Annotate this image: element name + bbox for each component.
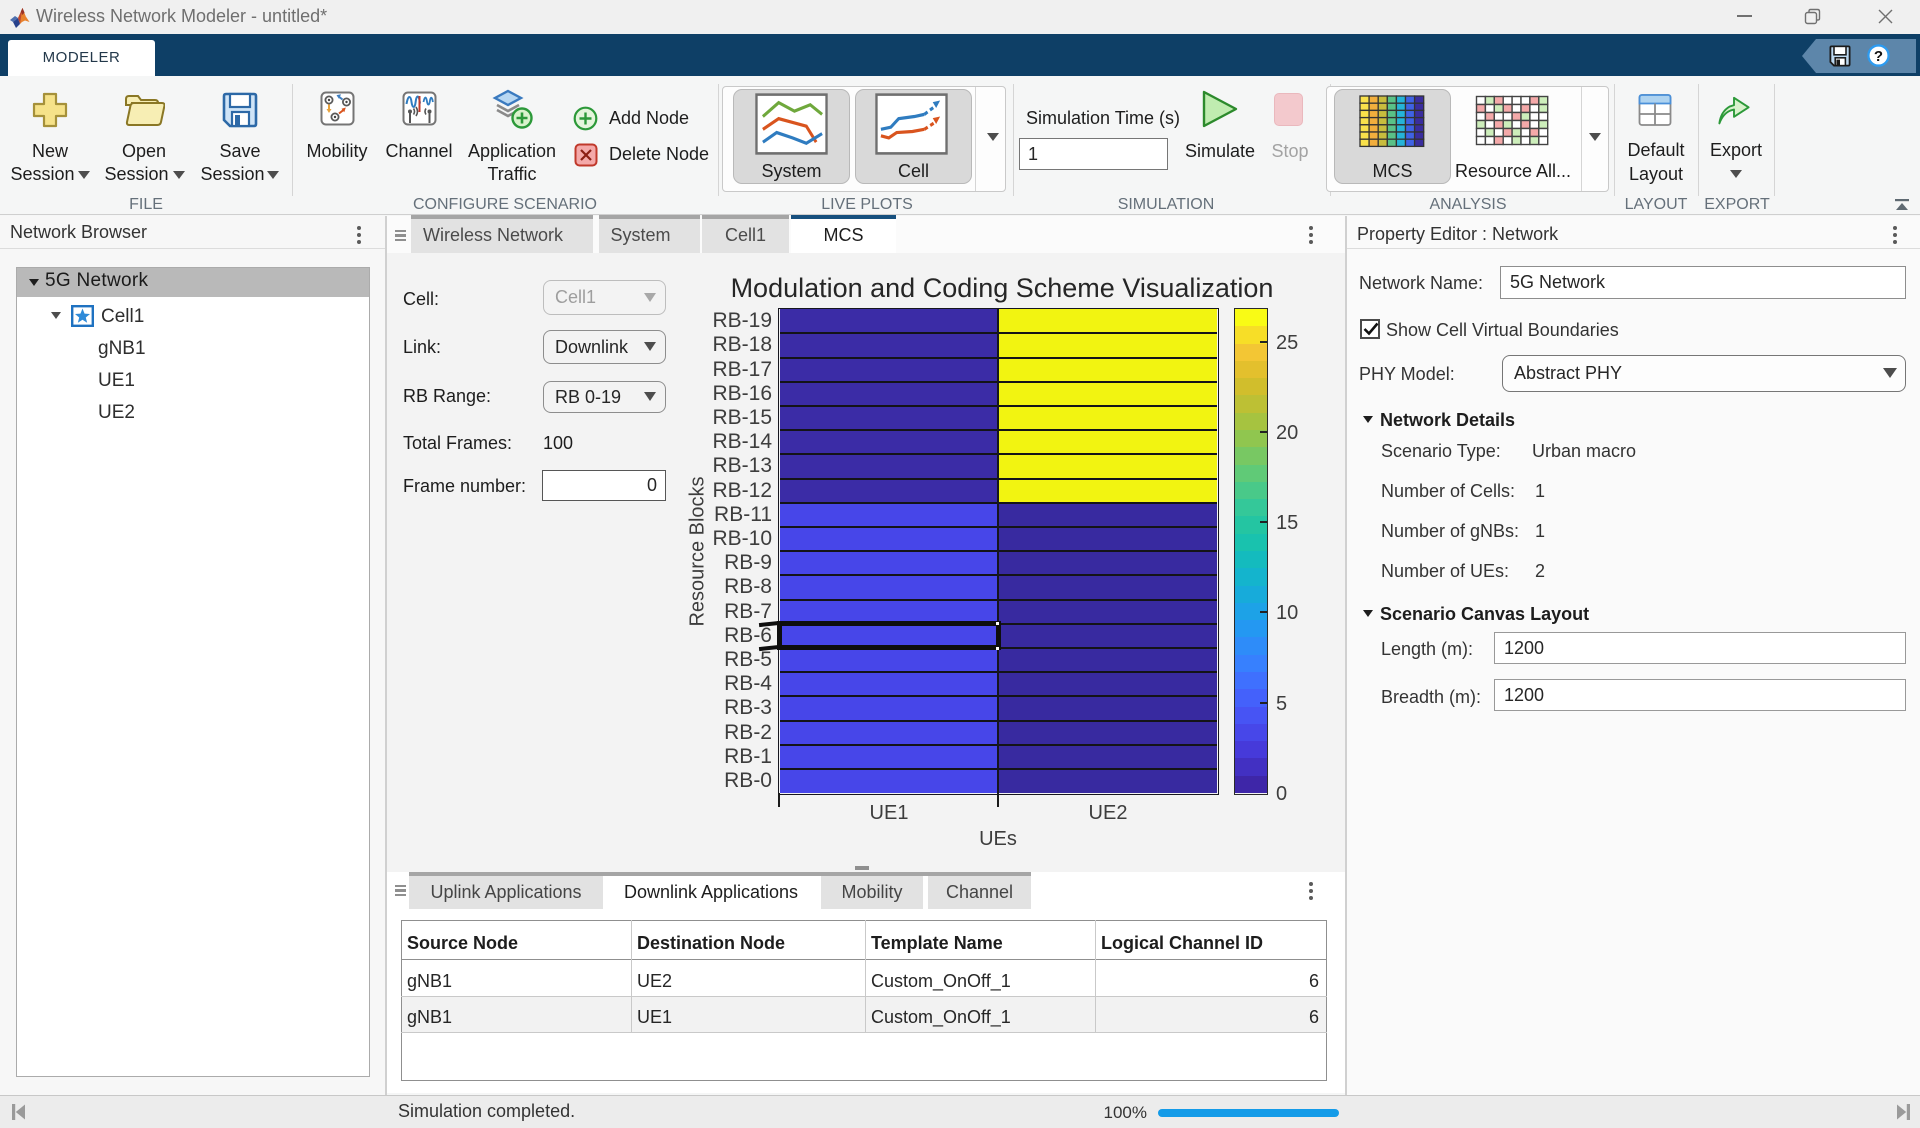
svg-text:?: ? — [1874, 48, 1883, 65]
